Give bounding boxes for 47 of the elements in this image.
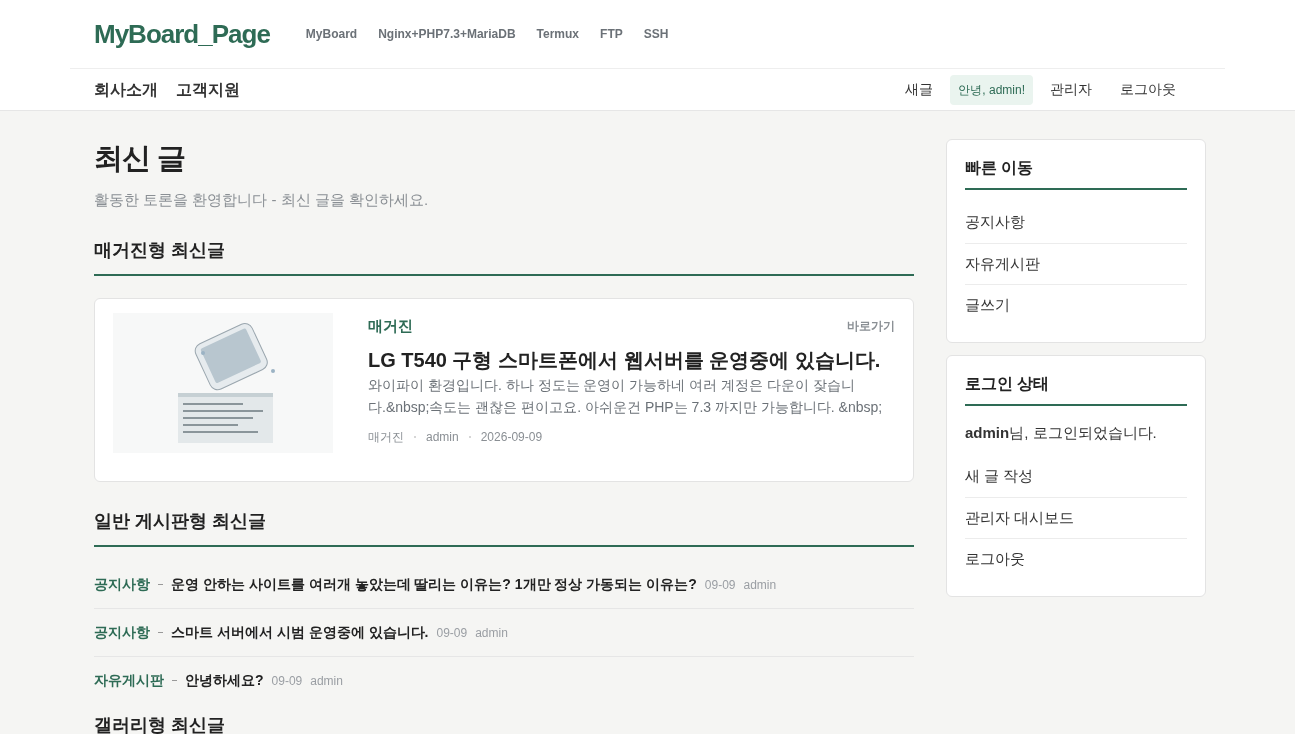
section-heading: 갤러리형 최신글 — [94, 714, 226, 734]
sidebar-link[interactable]: 로그아웃 — [965, 539, 1187, 580]
card-title: 빠른 이동 — [965, 156, 1187, 190]
sidebar-link[interactable]: 새 글 작성 — [965, 456, 1187, 498]
post-link[interactable]: 안녕하세요? — [185, 670, 264, 691]
dash-icon — [158, 632, 163, 633]
post-meta: 매거진 — [368, 428, 404, 446]
site-logo[interactable]: MyBoard_Page — [94, 14, 270, 54]
greeting-badge: 안녕, admin! — [950, 74, 1033, 105]
user-nav-link[interactable]: 새글 — [894, 79, 945, 100]
menu-link[interactable]: 고객지원 — [176, 77, 240, 102]
sidebar-link[interactable]: 글쓰기 — [965, 285, 1187, 326]
post-title[interactable]: LG T540 구형 스마트폰에서 웹서버를 운영중에 있습니다. — [368, 345, 895, 374]
section-heading: 일반 게시판형 최신글 — [94, 508, 914, 547]
post-date: 09-09 — [704, 576, 736, 594]
nav-link[interactable]: SSH — [643, 25, 669, 43]
sidebar-link[interactable]: 관리자 대시보드 — [965, 497, 1187, 539]
board-name[interactable]: 자유게시판 — [94, 670, 164, 691]
post-link[interactable]: 운영 안하는 사이트를 여러개 놓았는데 딸리는 이유는? 1개만 정상 가동되는 이유는? — [171, 574, 697, 595]
section-heading: 매거진형 최신글 — [94, 237, 914, 276]
post-author: admin — [310, 672, 343, 690]
post-author: admin — [475, 624, 508, 642]
board-name[interactable]: 공지사항 — [94, 574, 150, 595]
dash-icon — [172, 680, 177, 681]
category-label[interactable]: 매거진 — [368, 315, 413, 338]
menu-link[interactable]: 회사소개 — [94, 77, 158, 102]
board-name[interactable]: 공지사항 — [94, 622, 150, 643]
card-title: 로그인 상태 — [965, 371, 1187, 406]
nav-link[interactable]: FTP — [600, 25, 623, 43]
post-meta: 2026-09-09 — [480, 428, 543, 446]
post-excerpt: 와이파이 환경입니다. 하나 정도는 운영이 가능하네 여러 계정은 다운이 잦습니다.&nbsp;속도는 괜찮은 편이고요. 아쉬운건 PHP는 7.3 까지만 가능합니다. &nbsp; — [368, 375, 884, 417]
nav-link[interactable]: MyBoard — [305, 25, 358, 43]
user-nav-link[interactable]: 로그아웃 — [1109, 79, 1187, 100]
user-nav-link[interactable]: 관리자 — [1039, 79, 1103, 100]
nav-link[interactable]: Nginx+PHP7.3+MariaDB — [378, 25, 516, 43]
page-title: 최신 글 — [94, 141, 187, 176]
login-message: admin님, 로그인되었습니다. — [965, 422, 1158, 443]
post-date: 09-09 — [271, 672, 303, 690]
post-author: admin — [743, 576, 777, 594]
sidebar-link[interactable]: 자유게시판 — [965, 243, 1187, 285]
page-subtitle: 활동한 토론을 환영합니다 - 최신 글을 확인하세요. — [94, 189, 430, 210]
sidebar-link[interactable]: 공지사항 — [965, 202, 1187, 244]
post-date: 09-09 — [436, 624, 468, 642]
post-meta: admin — [426, 428, 459, 446]
dash-icon — [158, 584, 163, 585]
nav-link[interactable]: Termux — [536, 25, 580, 43]
post-link[interactable]: 스마트 서버에서 시범 운영중에 있습니다. — [171, 622, 429, 643]
